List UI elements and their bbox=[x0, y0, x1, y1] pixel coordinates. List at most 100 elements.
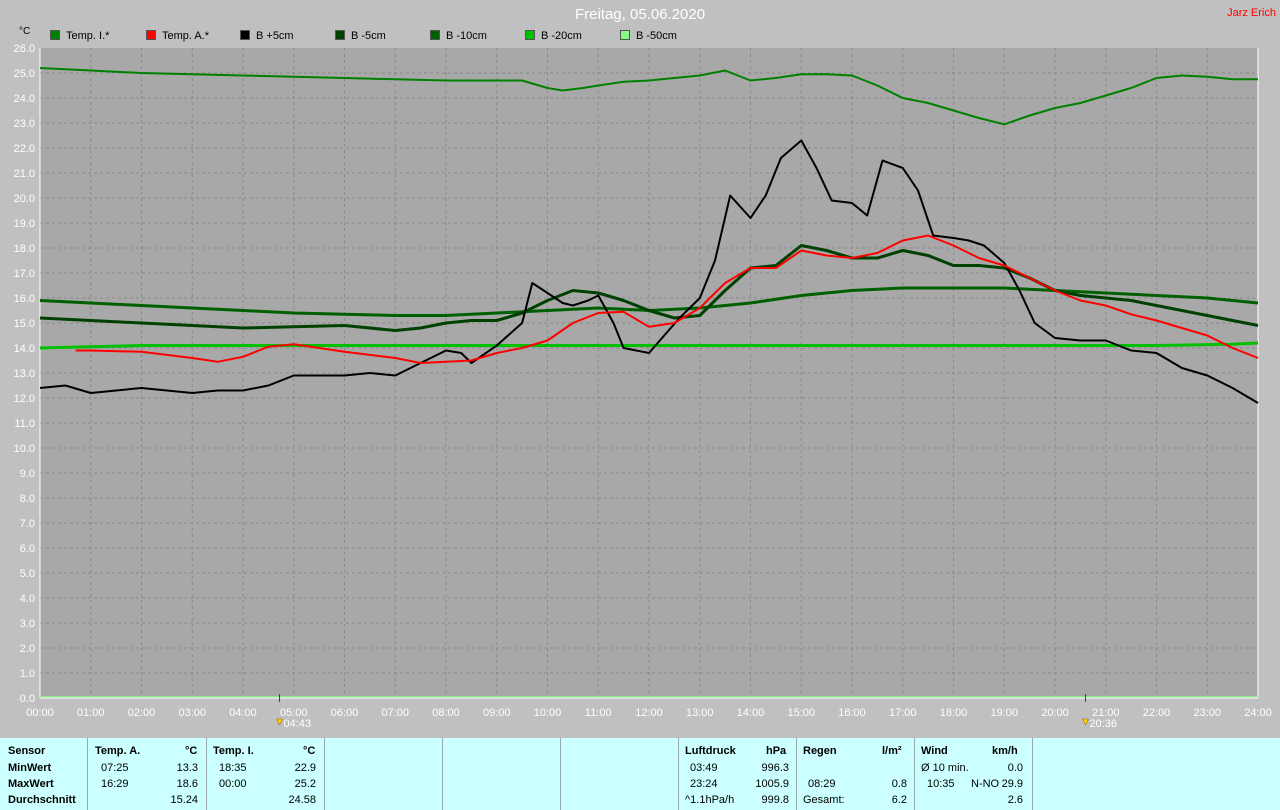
legend-swatch-icon bbox=[620, 30, 630, 40]
legend-swatch-icon bbox=[525, 30, 535, 40]
x-tick-label: 06:00 bbox=[331, 707, 359, 719]
x-tick-label: 19:00 bbox=[990, 707, 1018, 719]
temp-a-avg: 15.24 bbox=[170, 794, 198, 806]
y-axis-unit: °C bbox=[19, 26, 31, 37]
legend-swatch-icon bbox=[50, 30, 60, 40]
divider bbox=[324, 738, 325, 810]
temp-i-max-time: 00:00 bbox=[219, 778, 247, 790]
x-tick-label: 24:00 bbox=[1244, 707, 1272, 719]
legend-swatch-icon bbox=[430, 30, 440, 40]
y-tick-label: 10.0 bbox=[14, 443, 35, 455]
annotation-label: 04:43 bbox=[284, 718, 312, 730]
legend-item: Temp. I.* bbox=[50, 30, 109, 42]
divider bbox=[1032, 738, 1033, 810]
rain-max-time: 08:29 bbox=[808, 778, 836, 790]
temp-a-min: 13.3 bbox=[176, 762, 198, 774]
x-tick-label: 22:00 bbox=[1143, 707, 1171, 719]
y-tick-label: 5.0 bbox=[20, 568, 35, 580]
divider bbox=[914, 738, 915, 810]
divider bbox=[796, 738, 797, 810]
temperature-chart: 0.0 1.0 2.0 3.0 4.0 5.0 6.0 7.0 8.0 9.0 10.0 11.0 12… bbox=[14, 43, 1272, 730]
temp-i-min-time: 18:35 bbox=[219, 762, 247, 774]
pressure-header: Luftdruck bbox=[685, 745, 736, 757]
row-label-max: MaxWert bbox=[8, 778, 54, 790]
legend-label: B -50cm bbox=[636, 30, 677, 42]
temp-i-unit: °C bbox=[303, 745, 316, 757]
divider bbox=[87, 738, 88, 810]
wind-max-time: 10:35 bbox=[927, 778, 955, 790]
y-tick-label: 2.0 bbox=[20, 643, 35, 655]
rain-total: 6.2 bbox=[891, 794, 907, 806]
temp-i-header: Temp. I. bbox=[213, 745, 254, 757]
x-tick-label: 01:00 bbox=[77, 707, 105, 719]
x-tick-label: 03:00 bbox=[178, 707, 206, 719]
chart-title: Freitag, 05.06.2020 bbox=[574, 6, 706, 23]
y-tick-label: 14.0 bbox=[14, 343, 35, 355]
x-tick-label: 00:00 bbox=[26, 707, 54, 719]
pressure-max-time: 23:24 bbox=[690, 778, 718, 790]
divider bbox=[678, 738, 679, 810]
y-tick-label: 25.0 bbox=[14, 68, 35, 80]
temp-i-max: 25.2 bbox=[294, 778, 316, 790]
y-tick-label: 1.0 bbox=[20, 668, 35, 680]
y-tick-label: 17.0 bbox=[14, 268, 35, 280]
x-tick-label: 11:00 bbox=[585, 707, 612, 719]
y-tick-label: 15.0 bbox=[14, 318, 35, 330]
pressure-trend: ^1.1hPa/h bbox=[685, 794, 735, 806]
x-tick-label: 15:00 bbox=[787, 707, 815, 719]
y-tick-label: 18.0 bbox=[14, 243, 35, 255]
temp-a-unit: °C bbox=[185, 745, 198, 757]
pressure-min: 996.3 bbox=[761, 762, 789, 774]
y-tick-label: 3.0 bbox=[20, 618, 35, 630]
y-tick-label: 12.0 bbox=[14, 393, 35, 405]
y-tick-label: 0.0 bbox=[20, 693, 35, 705]
y-tick-label: 26.0 bbox=[14, 43, 35, 55]
author-label: Jarz Erich bbox=[1227, 7, 1276, 19]
legend-label: B +5cm bbox=[256, 30, 294, 42]
legend-item: Temp. A.* bbox=[146, 30, 209, 42]
wind-avg: 0.0 bbox=[1007, 762, 1023, 774]
legend-swatch-icon bbox=[146, 30, 156, 40]
divider bbox=[206, 738, 207, 810]
row-label-avg: Durchschnitt bbox=[8, 794, 76, 806]
rain-max: 0.8 bbox=[891, 778, 907, 790]
y-tick-label: 4.0 bbox=[20, 593, 35, 605]
x-tick-label: 16:00 bbox=[838, 707, 866, 719]
legend-item: B -10cm bbox=[430, 30, 487, 42]
legend-label: Temp. I.* bbox=[66, 30, 110, 42]
legend-swatch-icon bbox=[240, 30, 250, 40]
x-tick-label: 14:00 bbox=[737, 707, 765, 719]
sunrise-icon bbox=[276, 718, 283, 726]
rain-header: Regen bbox=[803, 745, 837, 757]
legend-item: B -20cm bbox=[525, 30, 582, 42]
y-tick-label: 21.0 bbox=[14, 168, 35, 180]
y-tick-label: 7.0 bbox=[20, 518, 35, 530]
y-tick-label: 16.0 bbox=[14, 293, 35, 305]
rain-unit: l/m² bbox=[882, 745, 902, 757]
row-label-min: MinWert bbox=[8, 762, 52, 774]
temp-a-max: 18.6 bbox=[176, 778, 198, 790]
temp-a-header: Temp. A. bbox=[95, 745, 141, 757]
wind-unit: km/h bbox=[992, 745, 1018, 757]
x-tick-label: 04:00 bbox=[229, 707, 257, 719]
pressure-max: 1005.9 bbox=[755, 778, 789, 790]
legend-label: B -10cm bbox=[446, 30, 487, 42]
y-tick-label: 22.0 bbox=[14, 143, 35, 155]
divider bbox=[560, 738, 561, 810]
wind-day-avg: 2.6 bbox=[1007, 794, 1023, 806]
x-tick-label: 07:00 bbox=[381, 707, 409, 719]
y-tick-label: 9.0 bbox=[20, 468, 35, 480]
legend-label: Temp. A.* bbox=[162, 30, 210, 42]
x-tick-label: 13:00 bbox=[686, 707, 714, 719]
x-tick-label: 09:00 bbox=[483, 707, 511, 719]
y-tick-label: 11.0 bbox=[14, 418, 35, 430]
rain-total-label: Gesamt: bbox=[803, 794, 845, 806]
y-tick-label: 19.0 bbox=[14, 218, 35, 230]
legend-item: B -50cm bbox=[620, 30, 677, 42]
y-tick-label: 20.0 bbox=[14, 193, 35, 205]
y-tick-label: 24.0 bbox=[14, 93, 35, 105]
legend-label: B -5cm bbox=[351, 30, 386, 42]
y-tick-label: 13.0 bbox=[14, 368, 35, 380]
pressure-unit: hPa bbox=[766, 745, 787, 757]
pressure-min-time: 03:49 bbox=[690, 762, 718, 774]
